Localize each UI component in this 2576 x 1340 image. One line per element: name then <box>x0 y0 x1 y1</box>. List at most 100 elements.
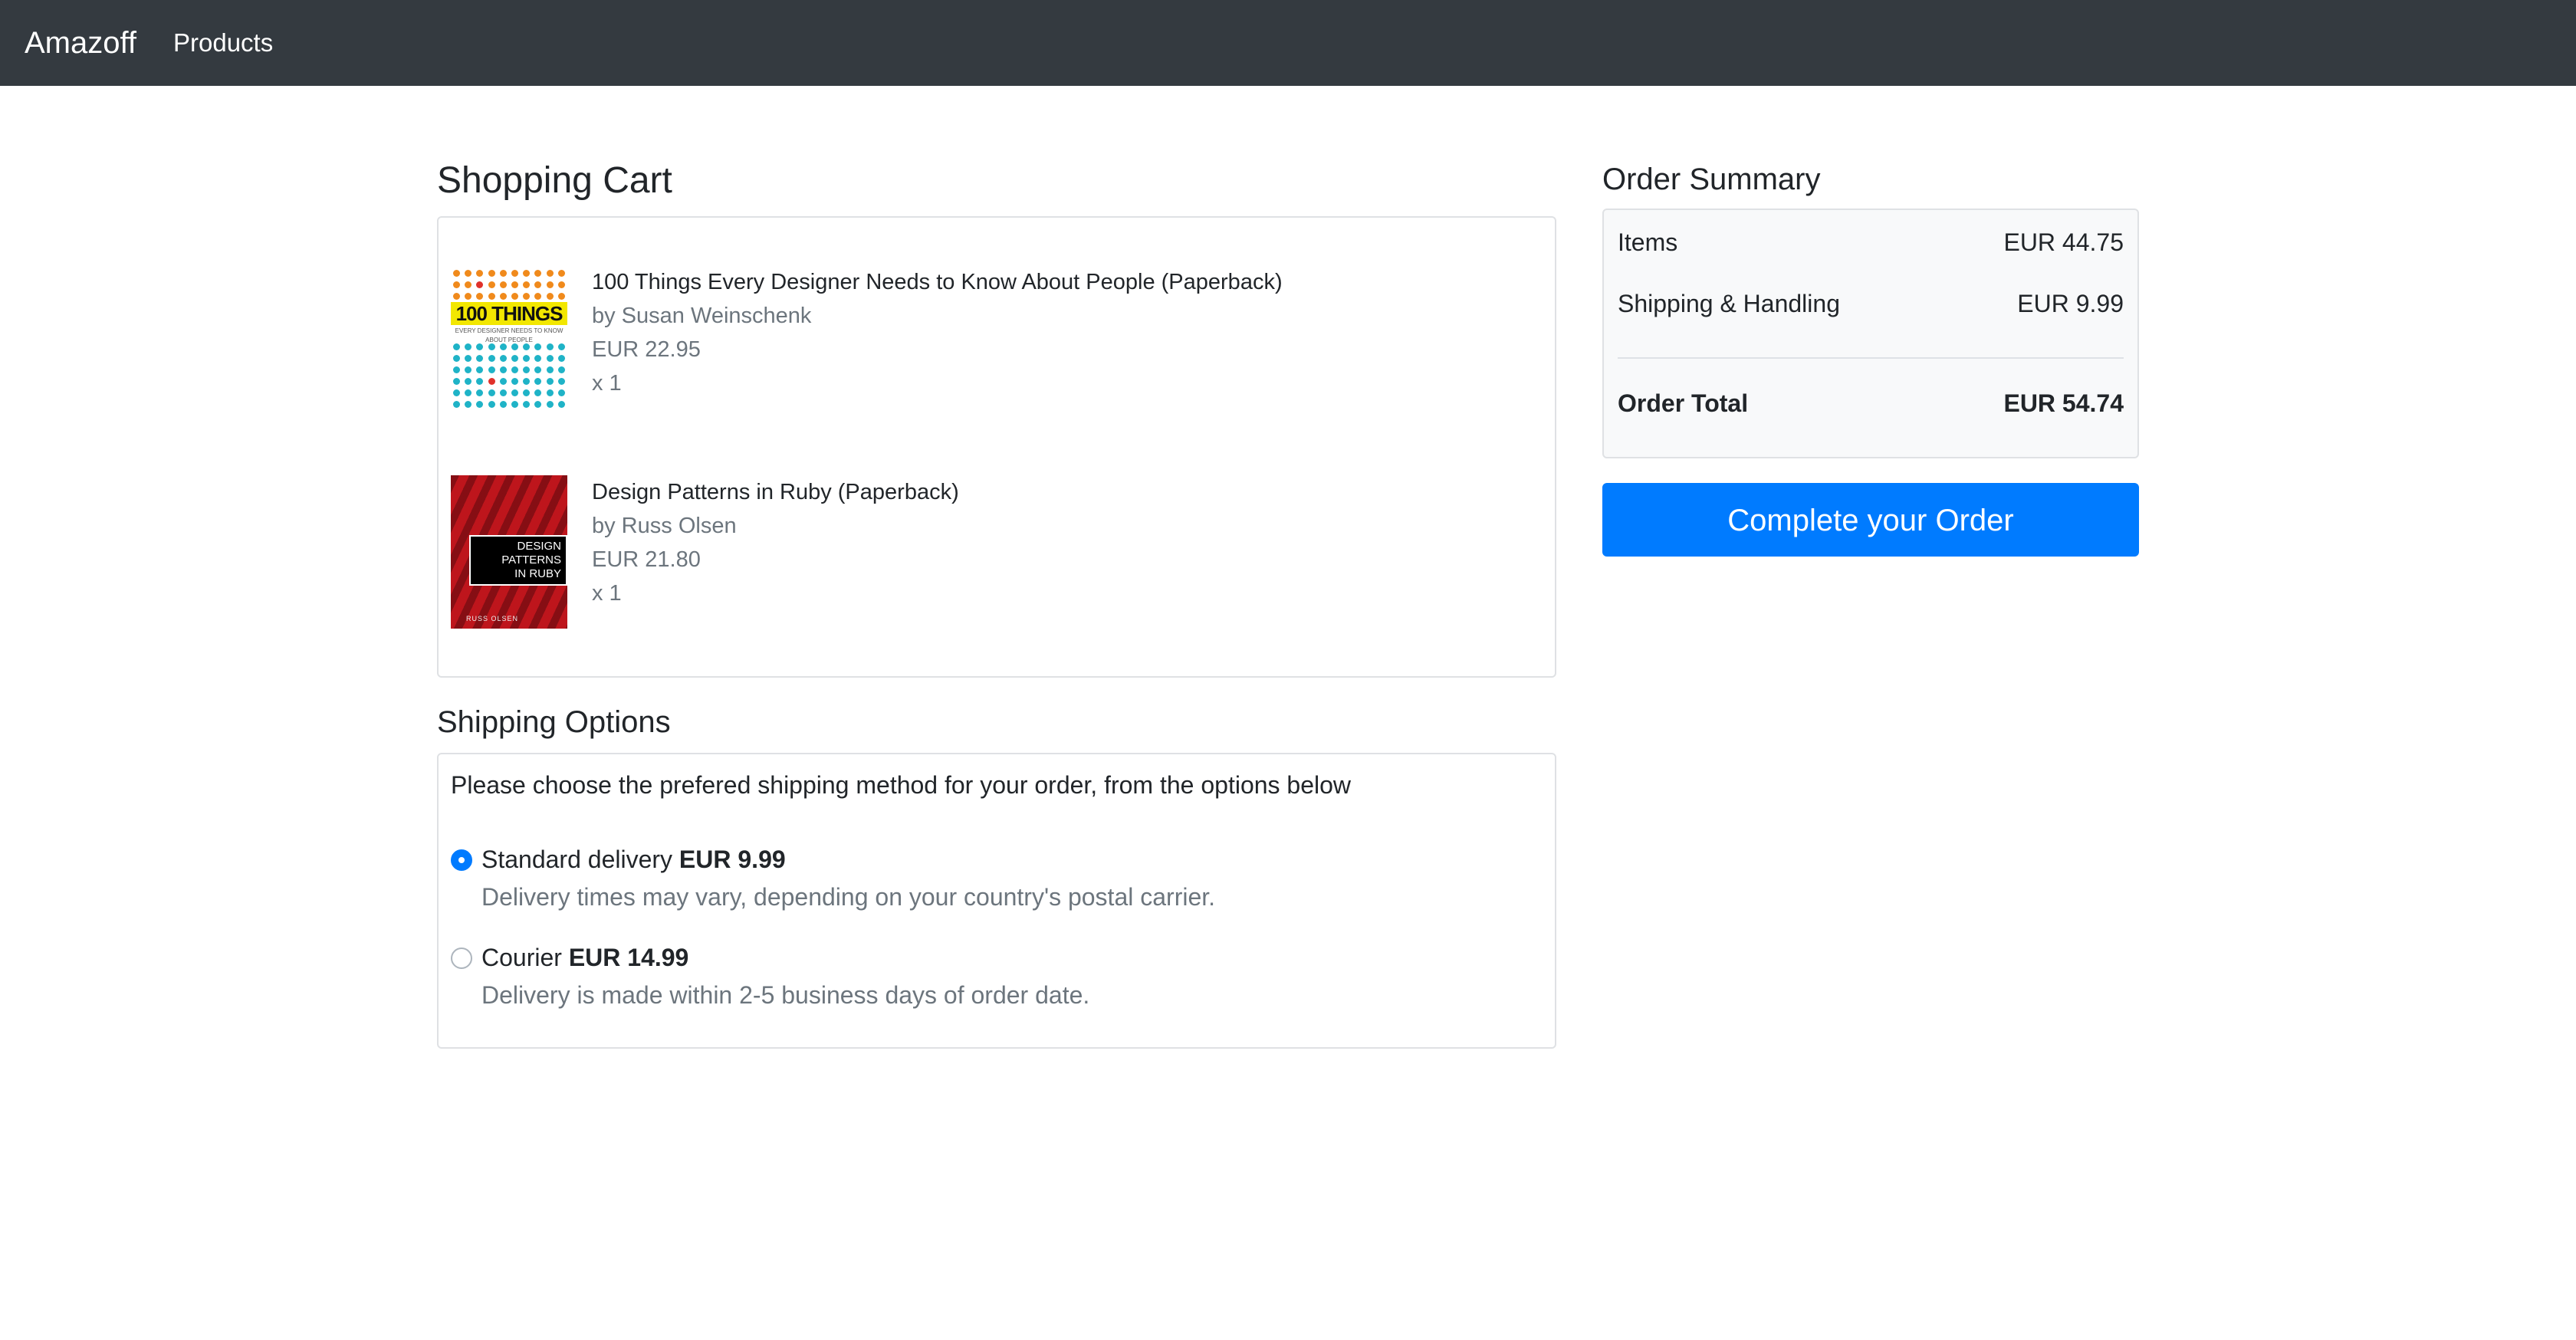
cover-dot <box>557 401 565 408</box>
cover-dot <box>511 270 519 277</box>
cover-dot <box>453 343 461 350</box>
cover-dot-pattern <box>451 270 567 300</box>
cover-dot <box>557 355 565 362</box>
cart-item-quantity: x 1 <box>592 581 622 606</box>
cover-dot <box>476 293 484 300</box>
cart-item-author: by Russ Olsen <box>592 514 737 538</box>
cover-title-line: DESIGN <box>517 540 561 553</box>
shipping-option-name: Standard delivery <box>481 846 673 873</box>
shipping-option-label[interactable]: Courier EUR 14.99 <box>481 940 688 975</box>
cover-dot <box>534 270 542 277</box>
cart-item-title[interactable]: Design Patterns in Ruby (Paperback) <box>592 477 1512 507</box>
book-cover-image: 100 THINGS EVERY DESIGNER NEEDS TO KNOW … <box>451 265 567 419</box>
cover-dot <box>453 389 461 396</box>
cover-dot <box>476 355 484 362</box>
cover-dot <box>499 270 507 277</box>
cover-author: RUSS OLSEN <box>466 615 519 622</box>
cart-item-price: EUR 21.80 <box>592 547 701 572</box>
cover-dot <box>557 378 565 385</box>
cover-dot <box>546 355 554 362</box>
cover-dot <box>557 270 565 277</box>
cover-title-box: DESIGN PATTERNS IN RUBY <box>469 535 567 586</box>
cover-dot <box>488 355 495 362</box>
cover-dot <box>557 366 565 373</box>
cover-dot <box>511 401 519 408</box>
cover-dot <box>453 270 461 277</box>
cover-dot <box>546 270 554 277</box>
cover-dot <box>546 378 554 385</box>
cover-dot <box>453 293 461 300</box>
nav-link-products[interactable]: Products <box>173 26 273 60</box>
cover-dot <box>499 401 507 408</box>
cover-dot <box>465 378 472 385</box>
cover-dot <box>523 366 531 373</box>
cover-dot <box>453 281 461 288</box>
complete-order-button[interactable]: Complete your Order <box>1602 483 2139 557</box>
shipping-option-description: Delivery times may vary, depending on yo… <box>481 883 1216 911</box>
cart-item-author: by Susan Weinschenk <box>592 304 812 328</box>
cover-dot-pattern <box>451 343 567 408</box>
shipping-option-price: EUR 9.99 <box>678 846 786 873</box>
cover-dot <box>511 378 519 385</box>
shipping-intro-text: Please choose the prefered shipping meth… <box>451 771 1352 799</box>
cover-dot <box>534 355 542 362</box>
cover-dot <box>499 366 507 373</box>
standard-delivery-radio[interactable] <box>451 849 472 871</box>
shipping-options-card: Please choose the prefered shipping meth… <box>437 753 1556 1049</box>
cover-dot <box>523 281 531 288</box>
cart-item-title[interactable]: 100 Things Every Designer Needs to Know … <box>592 267 1512 297</box>
cover-dot <box>488 343 495 350</box>
cover-dot <box>546 389 554 396</box>
cart-item-details: Design Patterns in Ruby (Paperback) by R… <box>592 475 1512 609</box>
cover-dot <box>476 366 484 373</box>
order-total-value: EUR 54.74 <box>2003 389 2124 417</box>
cover-dot <box>453 366 461 373</box>
cover-dot <box>453 378 461 385</box>
cover-dot <box>476 401 484 408</box>
cover-dot <box>546 293 554 300</box>
cover-dot <box>476 270 484 277</box>
order-summary-heading: Order Summary <box>1602 163 1821 196</box>
cover-dot <box>488 270 495 277</box>
cover-dot <box>465 355 472 362</box>
book-cover-image: DESIGN PATTERNS IN RUBY RUSS OLSEN <box>451 475 567 629</box>
summary-row-shipping: Shipping & Handling EUR 9.99 <box>1618 287 2124 320</box>
cart-item-price: EUR 22.95 <box>592 337 701 362</box>
cover-dot <box>488 389 495 396</box>
brand-logo-link[interactable]: Amazoff <box>25 23 136 63</box>
shopping-cart-heading: Shopping Cart <box>437 160 672 201</box>
cover-dot <box>453 355 461 362</box>
cover-dot <box>499 343 507 350</box>
cover-title-line: PATTERNS <box>501 553 561 567</box>
cover-dot <box>499 281 507 288</box>
cover-dot <box>511 389 519 396</box>
shipping-option-label[interactable]: Standard delivery EUR 9.99 <box>481 842 786 877</box>
shipping-options-heading: Shipping Options <box>437 705 671 739</box>
cover-dot <box>534 293 542 300</box>
summary-value: EUR 9.99 <box>2017 290 2124 317</box>
cover-dot <box>476 281 484 288</box>
cover-dot <box>465 270 472 277</box>
cover-dot <box>476 343 484 350</box>
cover-dot <box>557 293 565 300</box>
cover-subtitle: EVERY DESIGNER NEEDS TO KNOW ABOUT PEOPL… <box>455 327 564 343</box>
cart-item-details: 100 Things Every Designer Needs to Know … <box>592 265 1512 399</box>
cover-dot <box>511 366 519 373</box>
cover-dot <box>523 355 531 362</box>
summary-divider <box>1618 357 2124 359</box>
summary-label: Shipping & Handling <box>1618 290 1840 317</box>
summary-value: EUR 44.75 <box>2003 228 2124 256</box>
cart-item: DESIGN PATTERNS IN RUBY RUSS OLSEN Desig… <box>451 475 1524 636</box>
cover-dot <box>523 270 531 277</box>
cover-dot <box>511 355 519 362</box>
cover-dot <box>465 343 472 350</box>
shipping-option-description: Delivery is made within 2-5 business day… <box>481 981 1090 1009</box>
cover-dot <box>499 355 507 362</box>
cover-dot <box>488 281 495 288</box>
courier-radio[interactable] <box>451 948 472 969</box>
cover-dot <box>476 378 484 385</box>
shipping-option-price: EUR 14.99 <box>568 944 689 971</box>
cover-dot <box>523 378 531 385</box>
order-total-label: Order Total <box>1618 389 1749 417</box>
cover-dot <box>465 389 472 396</box>
